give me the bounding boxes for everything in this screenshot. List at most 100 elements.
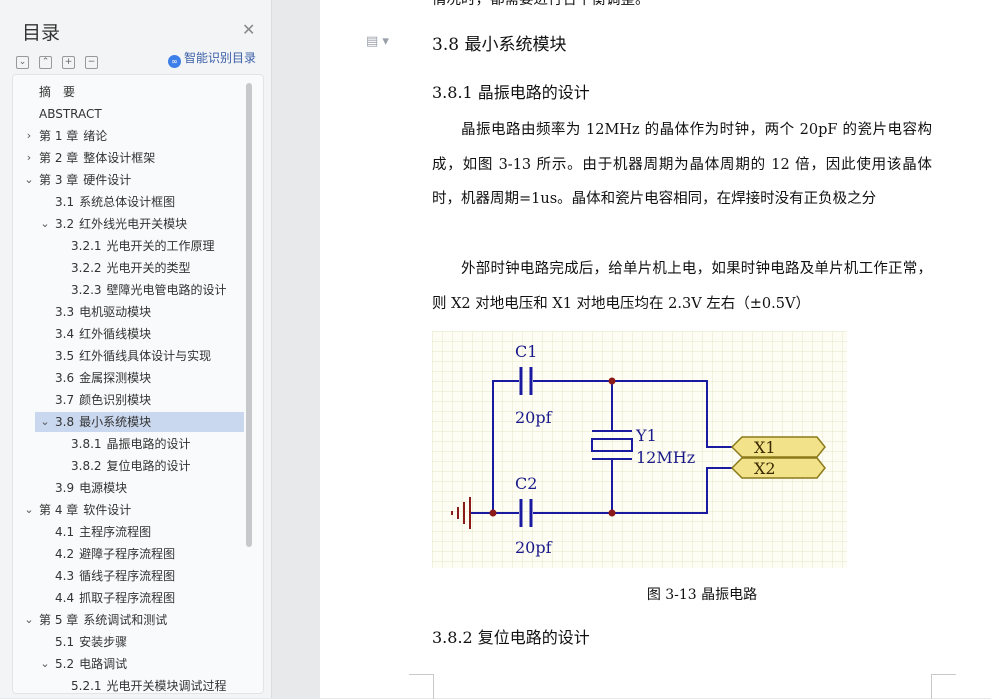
toc-item-label: 最小系统模块 — [79, 415, 152, 429]
subsection-heading-1: 3.8.1 晶振电路的设计 — [432, 83, 590, 102]
expand-all-icon[interactable]: ⌃ — [39, 56, 52, 69]
chevron-down-icon[interactable]: ⌄ — [23, 610, 35, 630]
chevron-down-icon[interactable]: ⌄ — [23, 500, 35, 520]
toc-item-number: 第 1 章 — [39, 129, 79, 143]
toc-item-number: 3.8.2 — [71, 459, 102, 473]
paragraph-1: 晶振电路由频率为 12MHz 的晶体作为时钟，两个 20pF 的瓷片电容构成，如… — [432, 122, 932, 207]
toc-item[interactable]: ⌄ 3.2 红外线光电开关模块 — [40, 214, 187, 234]
add-icon[interactable]: + — [62, 56, 75, 69]
toc-item-number: 4.1 — [55, 525, 75, 539]
toc-item[interactable]: 5.1 安装步骤 — [55, 632, 127, 652]
remove-icon[interactable]: − — [85, 56, 98, 69]
toc-item-label: 红外循线具体设计与实现 — [79, 349, 212, 363]
chevron-down-icon[interactable]: ⌄ — [39, 412, 51, 432]
chevron-down-icon[interactable]: ⌄ — [39, 214, 51, 234]
toc-item[interactable]: 3.6 金属探测模块 — [55, 368, 151, 388]
toc-item-label: 复位电路的设计 — [106, 459, 191, 473]
toc-item-number: 3.3 — [55, 305, 75, 319]
chevron-down-icon[interactable]: ⌄ — [23, 170, 35, 190]
toc-item-label: 硬件设计 — [83, 173, 132, 187]
toc-item[interactable]: 摘 要 — [39, 82, 75, 102]
collapse-all-icon[interactable]: ⌄ — [16, 56, 29, 69]
toc-item[interactable]: 4.1 主程序流程图 — [55, 522, 151, 542]
page-icon[interactable]: ▤ ▾ — [366, 34, 389, 49]
toc-item-label: 整体设计框架 — [83, 151, 156, 165]
toc-item[interactable]: 3.8.1 晶振电路的设计 — [71, 434, 191, 454]
toc-toolbar: ⌄ ⌃ + − — [16, 49, 108, 69]
toc-item[interactable]: 3.9 电源模块 — [55, 478, 127, 498]
toc-item[interactable]: 3.1 系统总体设计框图 — [55, 192, 175, 212]
toc-item-number: 3.2.2 — [71, 261, 102, 275]
toc-item-number: 3.2.1 — [71, 239, 102, 253]
toc-list: 摘 要 ABSTRACT › 第 1 章绪论 › 第 2 章整体设计框架 ⌄ 第 3 章硬件设… — [12, 74, 264, 694]
toc-item-label: 晶振电路的设计 — [106, 437, 191, 451]
toc-item[interactable]: ⌄ 第 3 章硬件设计 — [24, 170, 132, 190]
toc-item-number: 第 3 章 — [39, 173, 79, 187]
chevron-right-icon[interactable]: › — [23, 126, 35, 146]
toc-item[interactable]: 3.2.1 光电开关的工作原理 — [71, 236, 215, 256]
toc-item-label: 系统调试和测试 — [83, 613, 168, 627]
toc-item[interactable]: 3.2.3 壁障光电管电路的设计 — [71, 280, 227, 300]
c2-value: 20pf — [515, 538, 553, 557]
toc-item[interactable]: ABSTRACT — [39, 104, 102, 124]
toc-item[interactable]: 5.2.1 光电开关模块调试过程 — [71, 676, 227, 693]
toc-item-number: 5.2.1 — [71, 679, 102, 693]
toc-item-label: 金属探测模块 — [79, 371, 152, 385]
toc-item-number: 3.7 — [55, 393, 75, 407]
toc-item-label: 红外循线模块 — [79, 327, 152, 341]
chevron-right-icon[interactable]: › — [23, 148, 35, 168]
page-corner-mark — [931, 674, 956, 699]
toc-item[interactable]: 4.3 循线子程序流程图 — [55, 566, 175, 586]
toc-item-number: 第 4 章 — [39, 503, 79, 517]
toc-item-label: 光电开关的工作原理 — [106, 239, 215, 253]
port-x1-label: X1 — [754, 438, 776, 457]
toc-item[interactable]: › 第 1 章绪论 — [27, 126, 108, 146]
toc-item-number: 5.2 — [55, 657, 75, 671]
toc-item-number: 第 2 章 — [39, 151, 79, 165]
toc-item-number: 3.8.1 — [71, 437, 102, 451]
toc-item-number: 3.4 — [55, 327, 75, 341]
toc-title: 目录 — [22, 22, 61, 44]
close-icon[interactable]: ✕ — [242, 20, 255, 39]
smart-toc-button[interactable]: ∞ 智能识别目录 — [168, 49, 256, 68]
toc-item-label: 电源模块 — [79, 481, 128, 495]
page-corner-mark — [409, 674, 434, 699]
toc-item[interactable]: 4.2 避障子程序流程图 — [55, 544, 175, 564]
toc-item-label: 光电开关模块调试过程 — [106, 679, 227, 693]
toc-item[interactable]: 3.5 红外循线具体设计与实现 — [55, 346, 211, 366]
previous-text: 情况时，都需要进行合平衡调整。 — [432, 0, 650, 8]
chevron-down-icon[interactable]: ⌄ — [39, 654, 51, 674]
crystal-value: 12MHz — [636, 448, 695, 467]
toc-item-number: 4.4 — [55, 591, 75, 605]
toc-item[interactable]: ⌄ 5.2 电路调试 — [40, 654, 128, 674]
toc-item-label: 主程序流程图 — [79, 525, 152, 539]
toc-item-label: 循线子程序流程图 — [79, 569, 176, 583]
toc-item-label: 抓取子程序流程图 — [79, 591, 176, 605]
toc-item[interactable]: 4.4 抓取子程序流程图 — [55, 588, 175, 608]
toc-item[interactable]: ⌄ 第 5 章系统调试和测试 — [24, 610, 168, 630]
toc-item[interactable]: 3.7 颜色识别模块 — [55, 390, 151, 410]
ai-icon: ∞ — [168, 55, 181, 68]
toc-item[interactable]: ⌄ 第 4 章软件设计 — [24, 500, 131, 520]
port-x1 — [730, 436, 826, 458]
toc-item-number: 第 5 章 — [39, 613, 79, 627]
toc-panel: 目录 ✕ ⌄ ⌃ + − ∞ 智能识别目录 摘 要 ABSTRACT › 第 1 章绪论 › 第 … — [0, 0, 272, 698]
c1-value: 20pf — [515, 408, 553, 427]
c1-label: C1 — [515, 342, 537, 361]
paragraph-2: 外部时钟电路完成后，给单片机上电，如果时钟电路及单片机工作正常，则 X2 对地电… — [432, 261, 932, 312]
port-x2 — [730, 457, 826, 479]
toc-item[interactable]: ⌄ 3.8 最小系统模块 — [35, 412, 244, 432]
toc-item-label: 绪论 — [83, 129, 108, 143]
toc-item-label: 电路调试 — [79, 657, 128, 671]
toc-item[interactable]: › 第 2 章整体设计框架 — [27, 148, 156, 168]
toc-item[interactable]: 3.3 电机驱动模块 — [55, 302, 151, 322]
toc-item-label: 电机驱动模块 — [79, 305, 152, 319]
toc-item-label: 壁障光电管电路的设计 — [106, 283, 227, 297]
toc-item[interactable]: 3.8.2 复位电路的设计 — [71, 456, 191, 476]
toc-item-label: 光电开关的类型 — [106, 261, 191, 275]
toc-scrollbar[interactable] — [246, 83, 252, 547]
figure-caption: 图 3-13 晶振电路 — [646, 587, 758, 603]
toc-item[interactable]: 3.4 红外循线模块 — [55, 324, 151, 344]
toc-item[interactable]: 3.2.2 光电开关的类型 — [71, 258, 191, 278]
toc-item-label: 避障子程序流程图 — [79, 547, 176, 561]
